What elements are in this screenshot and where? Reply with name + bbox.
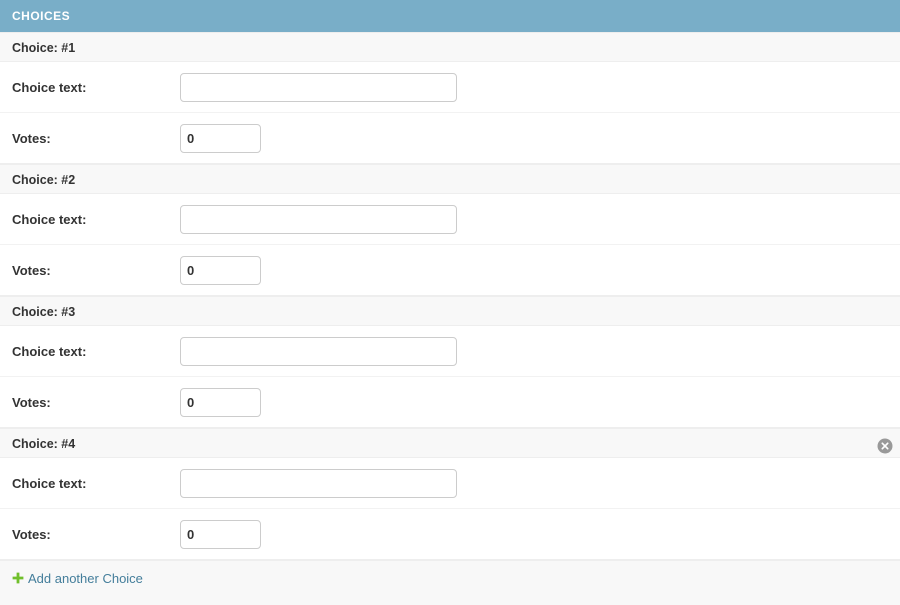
form-row-choice-text-2: Choice text: xyxy=(0,194,900,245)
label-votes-4: Votes: xyxy=(12,526,51,542)
plus-icon xyxy=(12,563,24,584)
inline-block-choice-2: Choice: #2 Choice text: Votes: xyxy=(0,164,900,296)
input-votes-2[interactable] xyxy=(180,255,261,285)
choices-section-header: CHOICES xyxy=(0,0,900,32)
label-votes-2: Votes: xyxy=(12,262,51,278)
delete-circle-icon[interactable] xyxy=(877,435,893,454)
form-row-choice-text-1: Choice text: xyxy=(0,62,900,113)
inline-heading-label-choice-3: Choice: #3 xyxy=(12,305,76,319)
form-row-votes-4: Votes: xyxy=(0,509,900,560)
label-choice-text-2: Choice text: xyxy=(12,211,87,227)
inline-block-choice-3: Choice: #3 Choice text: Votes: xyxy=(0,296,900,428)
inline-heading-choice-1: Choice: #1 xyxy=(0,32,900,62)
add-another-choice-link[interactable]: Add another Choice xyxy=(12,571,143,586)
label-votes-3: Votes: xyxy=(12,394,51,410)
form-row-choice-text-3: Choice text: xyxy=(0,326,900,377)
inline-block-choice-4: Choice: #4 Choice text: Votes: xyxy=(0,428,900,560)
form-row-votes-1: Votes: xyxy=(0,113,900,164)
inline-heading-label-choice-2: Choice: #2 xyxy=(12,173,76,187)
form-row-votes-2: Votes: xyxy=(0,245,900,296)
inline-heading-choice-3: Choice: #3 xyxy=(0,296,900,326)
footer-filler xyxy=(0,593,900,605)
label-choice-text-3: Choice text: xyxy=(12,343,87,359)
label-choice-text-1: Choice text: xyxy=(12,79,87,95)
input-choice-text-2[interactable] xyxy=(180,204,457,234)
choices-inline-group: CHOICES Choice: #1 Choice text: Votes: C… xyxy=(0,0,900,605)
input-votes-4[interactable] xyxy=(180,519,261,549)
input-votes-1[interactable] xyxy=(180,123,261,153)
form-row-votes-3: Votes: xyxy=(0,377,900,428)
add-another-choice-label: Add another Choice xyxy=(28,571,143,587)
input-choice-text-3[interactable] xyxy=(180,336,457,366)
label-votes-1: Votes: xyxy=(12,130,51,146)
input-choice-text-1[interactable] xyxy=(180,72,457,102)
form-row-choice-text-4: Choice text: xyxy=(0,458,900,509)
inline-heading-choice-2: Choice: #2 xyxy=(0,164,900,194)
inline-heading-choice-4: Choice: #4 xyxy=(0,428,900,458)
add-another-row: Add another Choice xyxy=(0,560,900,593)
inline-block-choice-1: Choice: #1 Choice text: Votes: xyxy=(0,32,900,164)
input-choice-text-4[interactable] xyxy=(180,468,457,498)
label-choice-text-4: Choice text: xyxy=(12,475,87,491)
input-votes-3[interactable] xyxy=(180,387,261,417)
inline-heading-label-choice-1: Choice: #1 xyxy=(12,41,76,55)
inline-heading-label-choice-4: Choice: #4 xyxy=(12,437,76,451)
